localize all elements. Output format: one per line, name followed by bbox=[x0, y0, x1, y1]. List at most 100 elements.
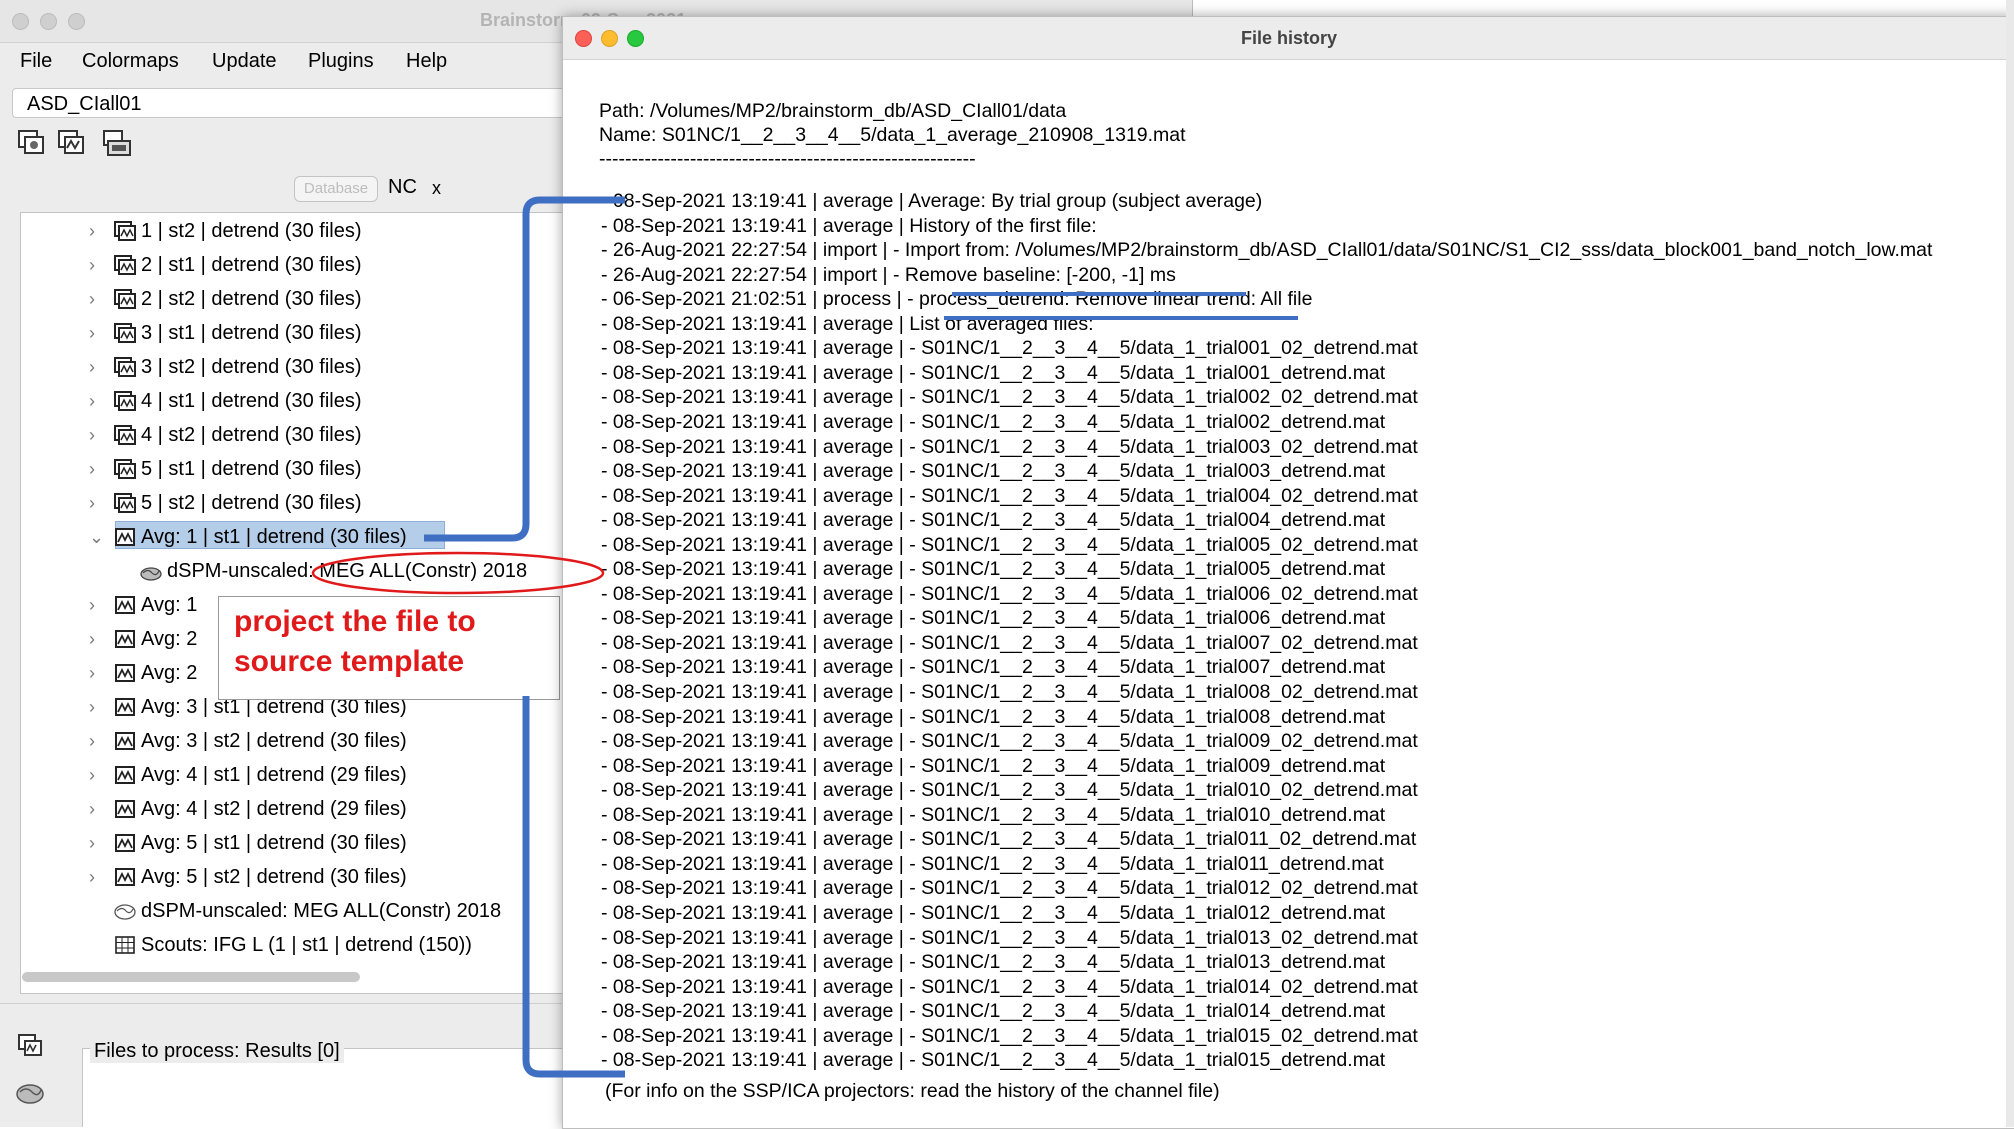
brain-icon bbox=[114, 904, 136, 920]
file-history-window: File history Path: /Volumes/MP2/brainsto… bbox=[562, 16, 2014, 1129]
history-entry: - 08-Sep-2021 13:19:41 | average | - S01… bbox=[601, 656, 1386, 679]
history-entry: - 26-Aug-2021 22:27:54 | import | - Remo… bbox=[601, 263, 1176, 286]
zoom-window-button[interactable] bbox=[68, 13, 85, 30]
history-entry: - 08-Sep-2021 13:19:41 | average | - S01… bbox=[601, 410, 1386, 433]
files-to-process-label: Files to process: Results [0] bbox=[90, 1040, 344, 1063]
chevron-right-icon[interactable]: › bbox=[89, 351, 95, 383]
history-entry: - 08-Sep-2021 13:19:41 | average | - S01… bbox=[601, 558, 1386, 581]
tree-item-label: dSPM-unscaled: MEG ALL(Constr) 2018 bbox=[167, 560, 528, 582]
history-entry: - 08-Sep-2021 13:19:41 | average | - S01… bbox=[601, 582, 1418, 605]
matrix-icon bbox=[115, 936, 135, 954]
link-brain-icon bbox=[140, 567, 162, 581]
history-entry: - 08-Sep-2021 13:19:41 | average | - S01… bbox=[601, 1000, 1386, 1023]
average-icon bbox=[115, 800, 135, 818]
tree-item-label: Avg: 1 | st1 | detrend (30 files) bbox=[141, 526, 407, 548]
chevron-right-icon[interactable]: › bbox=[89, 725, 95, 757]
history-entry: - 08-Sep-2021 13:19:41 | average | - S01… bbox=[601, 951, 1386, 974]
chevron-right-icon[interactable]: › bbox=[89, 453, 95, 485]
tree-item-label: Avg: 4 | st1 | detrend (29 files) bbox=[141, 764, 407, 786]
screen-edge bbox=[2006, 0, 2014, 1127]
history-window-title: File history bbox=[1240, 28, 1338, 48]
history-entry: - 08-Sep-2021 13:19:41 | average | - S01… bbox=[601, 533, 1418, 556]
epoch-stack-icon bbox=[114, 255, 136, 275]
history-entry: - 26-Aug-2021 22:27:54 | import | - Impo… bbox=[601, 239, 1933, 262]
history-entry: - 08-Sep-2021 13:19:41 | average | - S01… bbox=[601, 631, 1418, 654]
chevron-right-icon[interactable]: › bbox=[89, 623, 95, 655]
chevron-right-icon[interactable]: › bbox=[89, 657, 95, 689]
average-icon bbox=[115, 834, 135, 852]
menu-plugins[interactable]: Plugins bbox=[308, 50, 374, 73]
menu-help[interactable]: Help bbox=[406, 50, 447, 73]
chevron-right-icon[interactable]: › bbox=[89, 249, 95, 281]
tree-horizontal-scrollbar[interactable] bbox=[22, 972, 360, 982]
history-entry: - 08-Sep-2021 13:19:41 | average | - S01… bbox=[601, 607, 1386, 630]
protocol-selector[interactable]: ASD_CIall01 bbox=[12, 88, 572, 118]
history-entry: - 08-Sep-2021 13:19:41 | average | - S01… bbox=[601, 730, 1418, 753]
chevron-right-icon[interactable]: › bbox=[89, 419, 95, 451]
history-entry: - 08-Sep-2021 13:19:41 | average | - S01… bbox=[601, 484, 1418, 507]
chevron-down-icon[interactable]: ⌄ bbox=[89, 521, 104, 553]
average-icon bbox=[115, 596, 135, 614]
tree-item-label: Avg: 5 | st1 | detrend (30 files) bbox=[141, 832, 407, 854]
epoch-stack-icon bbox=[114, 323, 136, 343]
history-entry: - 08-Sep-2021 13:19:41 | average | Histo… bbox=[601, 214, 1097, 237]
process-files-icon[interactable] bbox=[16, 1032, 46, 1060]
process-view-icon[interactable] bbox=[100, 128, 134, 160]
chevron-right-icon[interactable]: › bbox=[89, 691, 95, 723]
epoch-stack-icon bbox=[114, 425, 136, 445]
history-entry: - 08-Sep-2021 13:19:41 | average | - S01… bbox=[601, 460, 1386, 483]
average-icon bbox=[115, 732, 135, 750]
epoch-stack-icon bbox=[114, 459, 136, 479]
anatomy-view-icon[interactable] bbox=[16, 128, 50, 160]
history-entry: - 08-Sep-2021 13:19:41 | average | - S01… bbox=[601, 926, 1418, 949]
tree-item-label: 2 | st2 | detrend (30 files) bbox=[141, 288, 362, 310]
epoch-stack-icon bbox=[114, 289, 136, 309]
history-entry: - 08-Sep-2021 13:19:41 | average | - S01… bbox=[601, 435, 1418, 458]
chevron-right-icon[interactable]: › bbox=[89, 793, 95, 825]
average-icon bbox=[115, 664, 135, 682]
chevron-right-icon[interactable]: › bbox=[89, 283, 95, 315]
menu-update[interactable]: Update bbox=[212, 50, 277, 73]
chevron-right-icon[interactable]: › bbox=[89, 215, 95, 247]
chevron-right-icon[interactable]: › bbox=[89, 827, 95, 859]
tab-close-button[interactable]: x bbox=[432, 178, 441, 199]
average-icon bbox=[115, 868, 135, 886]
history-entry: - 08-Sep-2021 13:19:41 | average | - S01… bbox=[601, 509, 1386, 532]
tree-item-label: Avg: 3 | st2 | detrend (30 files) bbox=[141, 730, 407, 752]
functional-data-view-icon[interactable] bbox=[56, 128, 90, 160]
history-entry: - 08-Sep-2021 13:19:41 | average | - S01… bbox=[601, 337, 1418, 360]
chevron-right-icon[interactable]: › bbox=[89, 487, 95, 519]
tree-item-label: 4 | st1 | detrend (30 files) bbox=[141, 390, 362, 412]
epoch-stack-icon bbox=[114, 221, 136, 241]
history-entry: - 08-Sep-2021 13:19:41 | average | - S01… bbox=[601, 681, 1418, 703]
chevron-right-icon[interactable]: › bbox=[89, 861, 95, 893]
menu-colormaps[interactable]: Colormaps bbox=[82, 50, 179, 73]
epoch-stack-icon bbox=[114, 357, 136, 377]
chevron-right-icon[interactable]: › bbox=[89, 589, 95, 621]
history-separator: ----------------------------------------… bbox=[599, 148, 976, 170]
history-entry: - 08-Sep-2021 13:19:41 | average | - S01… bbox=[601, 361, 1386, 384]
epoch-stack-icon bbox=[114, 493, 136, 513]
history-entry: - 08-Sep-2021 13:19:41 | average | - S01… bbox=[601, 828, 1417, 851]
database-button[interactable]: Database bbox=[294, 176, 378, 202]
menu-file[interactable]: File bbox=[20, 50, 52, 73]
process-sources-icon[interactable] bbox=[14, 1080, 46, 1106]
tree-item-label: 1 | st2 | detrend (30 files) bbox=[141, 220, 362, 242]
chevron-right-icon[interactable]: › bbox=[89, 385, 95, 417]
tree-item-label: Scouts: IFG L (1 | st1 | detrend (150)) bbox=[141, 934, 472, 956]
history-footer: (For info on the SSP/ICA projectors: rea… bbox=[605, 1080, 1220, 1102]
chevron-right-icon[interactable]: › bbox=[89, 759, 95, 791]
tree-item-label: 3 | st2 | detrend (30 files) bbox=[141, 356, 362, 378]
chevron-right-icon[interactable]: › bbox=[89, 317, 95, 349]
average-icon bbox=[115, 766, 135, 784]
tab-nc[interactable]: NC bbox=[388, 176, 417, 199]
tree-item-label: 2 | st1 | detrend (30 files) bbox=[141, 254, 362, 276]
history-titlebar: File history bbox=[563, 17, 2014, 60]
minimize-window-button[interactable] bbox=[40, 13, 57, 30]
tree-item-label: 5 | st2 | detrend (30 files) bbox=[141, 492, 362, 514]
history-entry: - 08-Sep-2021 13:19:41 | average | - S01… bbox=[601, 901, 1386, 924]
history-entry: - 08-Sep-2021 13:19:41 | average | - S01… bbox=[601, 1024, 1418, 1047]
history-entry: - 08-Sep-2021 13:19:41 | average | - S01… bbox=[601, 705, 1386, 728]
close-window-button[interactable] bbox=[12, 13, 29, 30]
tree-item-label: Avg: 2 bbox=[141, 628, 198, 650]
